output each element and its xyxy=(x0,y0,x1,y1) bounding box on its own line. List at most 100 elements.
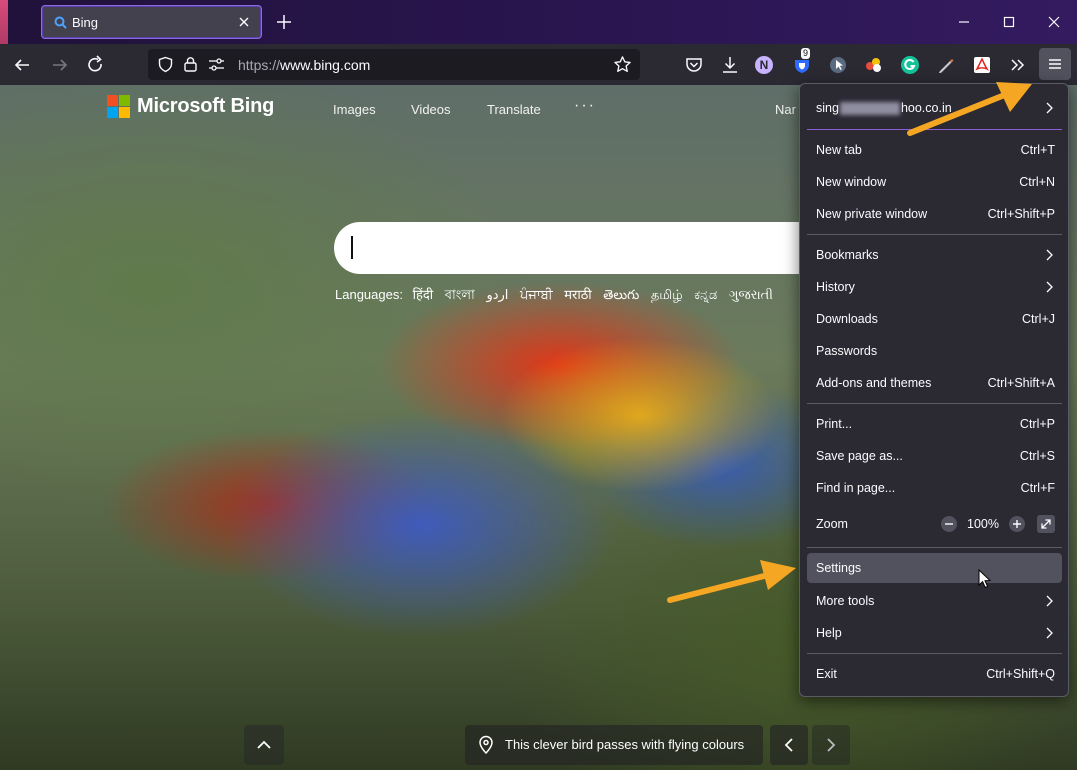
menu-item-label: New private window xyxy=(816,207,928,221)
caption-text: This clever bird passes with flying colo… xyxy=(505,737,745,752)
menu-item-shortcut: Ctrl+Shift+A xyxy=(987,376,1055,390)
language-link[interactable]: ਪੰਜਾਬੀ xyxy=(520,288,553,303)
tracking-protection-shield-icon[interactable] xyxy=(157,56,174,73)
language-link[interactable]: বাংলা xyxy=(445,288,475,303)
search-icon xyxy=(54,16,67,29)
menu-item-print[interactable]: Print... Ctrl+P xyxy=(807,409,1062,439)
pocket-icon[interactable] xyxy=(683,54,705,76)
menu-item-label: Help xyxy=(816,626,842,640)
scroll-up-button[interactable] xyxy=(244,725,284,765)
app-menu-button[interactable] xyxy=(1039,48,1071,80)
menu-item-label: More tools xyxy=(816,594,875,608)
extension-shield-icon[interactable]: 9 xyxy=(791,48,813,76)
menu-item-label: New window xyxy=(816,175,887,189)
language-link[interactable]: اردو xyxy=(486,288,508,303)
overflow-chevrons-icon[interactable] xyxy=(1007,54,1029,76)
menu-item-label: New tab xyxy=(816,143,862,157)
tab-bing[interactable]: Bing xyxy=(41,5,262,39)
menu-item-label: Find in page... xyxy=(816,481,896,495)
menu-item-shortcut: Ctrl+S xyxy=(1019,449,1055,463)
image-caption[interactable]: This clever bird passes with flying colo… xyxy=(465,725,763,765)
menu-item-label: Bookmarks xyxy=(816,248,879,262)
chevron-right-icon xyxy=(1046,595,1053,607)
zoom-in-button[interactable] xyxy=(1008,515,1026,533)
chevron-right-icon xyxy=(1046,249,1053,261)
chevron-right-icon xyxy=(1046,281,1053,293)
fullscreen-icon[interactable] xyxy=(1036,514,1056,534)
menu-item-passwords[interactable]: Passwords xyxy=(807,336,1062,366)
language-link[interactable]: ગુજરાતી xyxy=(729,288,773,303)
hamburger-icon xyxy=(1049,59,1061,69)
back-button[interactable] xyxy=(9,52,35,78)
languages-label: Languages: xyxy=(335,287,403,302)
menu-item-label: Settings xyxy=(816,561,862,575)
menu-item-downloads[interactable]: Downloads Ctrl+J xyxy=(807,304,1062,334)
menu-item-label: Save page as... xyxy=(816,449,903,463)
nav-more-menu[interactable]: ··· xyxy=(574,97,596,115)
menu-item-new-tab[interactable]: New tab Ctrl+T xyxy=(807,135,1062,165)
close-icon[interactable] xyxy=(236,14,252,30)
languages-bar: Languages: हिंदी বাংলা اردو ਪੰਜਾਬੀ मराठी… xyxy=(335,285,781,307)
user-name-partial[interactable]: Nar xyxy=(775,102,796,117)
address-bar[interactable]: https://www.bing.com xyxy=(148,49,640,80)
menu-item-new-window[interactable]: New window Ctrl+N xyxy=(807,167,1062,197)
menu-item-help[interactable]: Help xyxy=(807,618,1062,648)
forward-button[interactable] xyxy=(47,52,73,78)
lock-icon[interactable] xyxy=(183,56,198,73)
menu-item-label: Zoom xyxy=(816,517,848,531)
nav-link-images[interactable]: Images xyxy=(333,102,376,117)
extension-pen-icon[interactable] xyxy=(935,54,957,76)
bookmark-star-icon[interactable] xyxy=(613,55,632,74)
menu-item-bookmarks[interactable]: Bookmarks xyxy=(807,240,1062,270)
menu-item-shortcut: Ctrl+P xyxy=(1019,417,1055,431)
minimize-button[interactable] xyxy=(952,10,976,34)
zoom-out-button[interactable] xyxy=(940,515,958,533)
menu-item-more-tools[interactable]: More tools xyxy=(807,586,1062,616)
url-host: www.bing.com xyxy=(280,57,371,73)
window-close-button[interactable] xyxy=(1042,10,1066,34)
menu-item-shortcut: Ctrl+F xyxy=(1020,481,1055,495)
extension-cursor-icon[interactable] xyxy=(827,54,849,76)
window-edge-accent xyxy=(0,0,8,44)
maximize-button[interactable] xyxy=(997,10,1021,34)
language-link[interactable]: తెలుగు xyxy=(603,288,639,303)
extension-n-icon[interactable]: N xyxy=(755,56,773,74)
menu-item-find-in-page[interactable]: Find in page... Ctrl+F xyxy=(807,473,1062,503)
reload-button[interactable] xyxy=(82,52,108,78)
adobe-pdf-icon[interactable] xyxy=(971,54,993,76)
grammarly-icon[interactable] xyxy=(899,54,921,76)
language-link[interactable]: ಕನ್ನಡ xyxy=(694,288,717,303)
menu-item-settings[interactable]: Settings xyxy=(807,553,1062,583)
menu-item-history[interactable]: History xyxy=(807,272,1062,302)
url-text[interactable]: https://www.bing.com xyxy=(238,57,370,73)
nav-link-videos[interactable]: Videos xyxy=(411,102,451,117)
next-image-button[interactable] xyxy=(812,725,850,765)
chevron-right-icon xyxy=(827,738,836,752)
zoom-level[interactable]: 100% xyxy=(967,517,999,531)
menu-item-new-private-window[interactable]: New private window Ctrl+Shift+P xyxy=(807,199,1062,229)
microsoft-logo-icon xyxy=(107,95,130,118)
new-tab-button[interactable] xyxy=(272,10,296,34)
extension-colordots-icon[interactable] xyxy=(863,54,885,76)
tab-strip: Bing xyxy=(0,0,1077,44)
menu-item-addons-themes[interactable]: Add-ons and themes Ctrl+Shift+A xyxy=(807,368,1062,398)
account-menu-item[interactable]: sing hoo.co.in xyxy=(807,93,1062,123)
chevron-right-icon xyxy=(1046,102,1053,114)
menu-item-shortcut: Ctrl+T xyxy=(1020,143,1055,157)
nav-link-translate[interactable]: Translate xyxy=(487,102,541,117)
menu-item-label: History xyxy=(816,280,855,294)
language-link[interactable]: हिंदी xyxy=(413,288,434,303)
previous-image-button[interactable] xyxy=(770,725,808,765)
bing-logo[interactable]: Microsoft Bing xyxy=(107,95,274,118)
language-link[interactable]: मराठी xyxy=(564,288,591,303)
menu-item-label: Downloads xyxy=(816,312,878,326)
menu-item-shortcut: Ctrl+J xyxy=(1022,312,1055,326)
bing-brand-text: Microsoft Bing xyxy=(137,95,275,117)
search-input[interactable] xyxy=(334,222,814,274)
language-link[interactable]: தமிழ் xyxy=(651,288,683,303)
chevron-left-icon xyxy=(784,738,793,752)
menu-item-save-page[interactable]: Save page as... Ctrl+S xyxy=(807,441,1062,471)
permissions-icon[interactable] xyxy=(208,57,225,72)
menu-item-exit[interactable]: Exit Ctrl+Shift+Q xyxy=(807,659,1062,689)
downloads-icon[interactable] xyxy=(719,54,741,76)
